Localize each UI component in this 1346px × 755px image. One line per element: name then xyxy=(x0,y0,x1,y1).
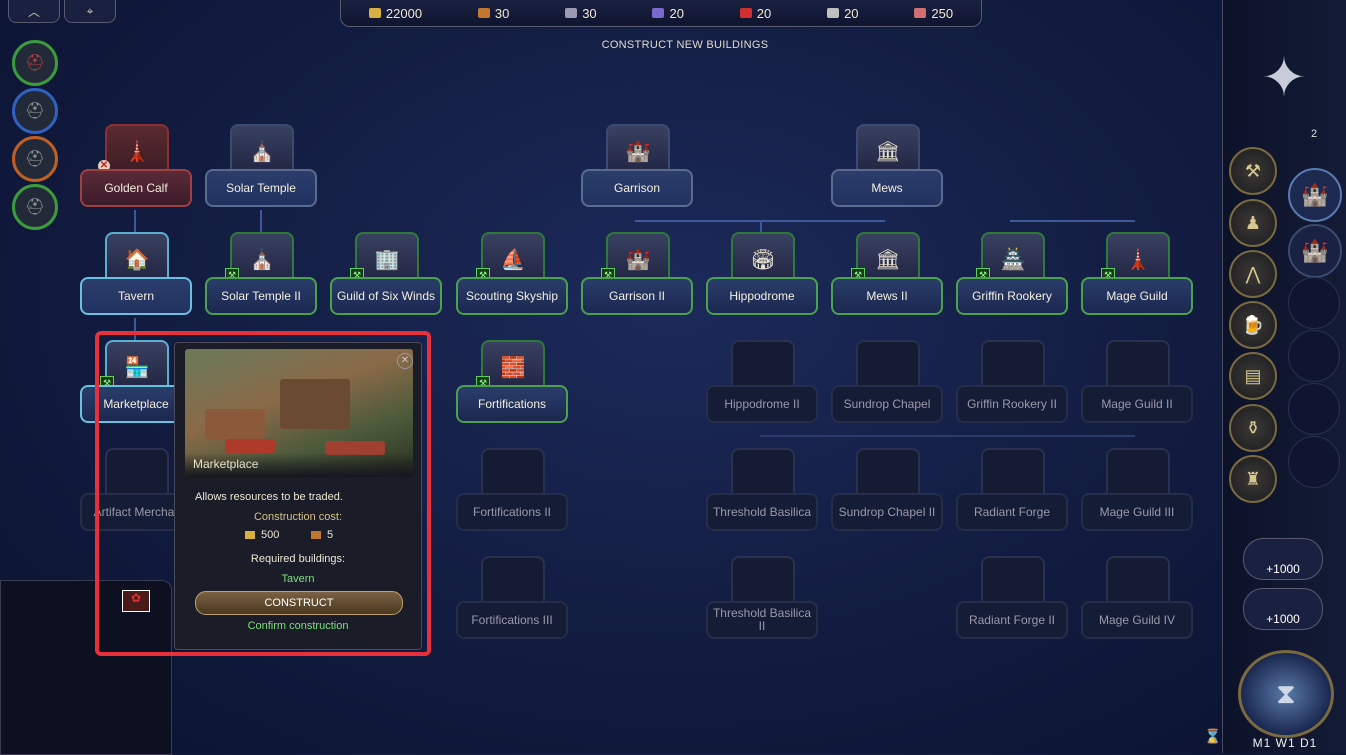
queue-slot-2[interactable]: 🏰 xyxy=(1288,224,1342,278)
helmet-icon: ⛑ xyxy=(24,103,46,120)
crystal-icon xyxy=(652,8,665,18)
building-counter: 2 xyxy=(1310,128,1318,140)
ore-icon xyxy=(565,8,578,18)
chevron-up-icon: ︿ xyxy=(27,4,40,19)
building-radiant-forge-2[interactable]: Radiant Forge II xyxy=(956,556,1068,639)
hammer-icon: ⚒ xyxy=(1244,160,1262,181)
resource-wood: 30 xyxy=(477,6,509,21)
building-radiant-forge[interactable]: Radiant Forge xyxy=(956,448,1068,531)
building-garrison[interactable]: 🏰 Garrison xyxy=(581,124,693,207)
recruit-button[interactable]: ♟ xyxy=(1229,199,1277,247)
end-turn-icon: ⧗ xyxy=(1276,677,1296,709)
tree-connector xyxy=(1010,220,1135,222)
trade-button[interactable]: ⚱ xyxy=(1229,404,1277,452)
building-solar-temple[interactable]: ⛪ Solar Temple xyxy=(205,124,317,207)
building-hippodrome-2[interactable]: Hippodrome II xyxy=(706,340,818,423)
building-threshold-basilica-2[interactable]: Threshold Basilica II xyxy=(706,556,818,639)
building-threshold-basilica[interactable]: Threshold Basilica xyxy=(706,448,818,531)
hero-portrait-4[interactable]: ⛑ xyxy=(12,184,58,230)
building-tavern[interactable]: 🏠 Tavern xyxy=(80,232,192,315)
building-garrison-2[interactable]: 🏰 ⚒ Garrison II xyxy=(581,232,693,315)
tree-connector xyxy=(760,435,1135,437)
building-fortifications-2[interactable]: Fortifications II xyxy=(456,448,568,531)
resource-gold: 22000 xyxy=(368,6,422,21)
resource-dragon-blood: 20 xyxy=(739,6,771,21)
building-griffin-rookery-2[interactable]: Griffin Rookery II xyxy=(956,340,1068,423)
end-turn-button[interactable]: ⧗ xyxy=(1238,650,1334,738)
building-mews[interactable]: 🏛 Mews xyxy=(831,124,943,207)
queue-slot-6[interactable] xyxy=(1288,436,1340,488)
tankard-icon: 🍺 xyxy=(1241,314,1265,335)
tree-connector xyxy=(134,210,136,232)
building-mage-guild-4[interactable]: Mage Guild IV xyxy=(1081,556,1193,639)
resource-bonus-button[interactable]: +1000 xyxy=(1243,588,1323,630)
resource-ore: 30 xyxy=(565,6,597,21)
faction-emblem-icon: ✦ xyxy=(1261,48,1307,108)
resource-mercury: 20 xyxy=(827,6,859,21)
building-golden-calf[interactable]: 🗼 ✕ Golden Calf xyxy=(80,124,192,207)
building-mage-guild-2[interactable]: Mage Guild II xyxy=(1081,340,1193,423)
chevron-up-icon: ⋀ xyxy=(1245,263,1261,284)
pouch-icon: ⚱ xyxy=(1245,417,1261,438)
queue-slot-5[interactable] xyxy=(1288,383,1340,435)
page-title: CONSTRUCT NEW BUILDINGS xyxy=(601,39,769,51)
building-mage-guild[interactable]: 🗼 ⚒ Mage Guild xyxy=(1081,232,1193,315)
hourglass-icon[interactable]: ⌛ xyxy=(1202,722,1224,750)
building-sundrop-chapel-2[interactable]: Sundrop Chapel II xyxy=(831,448,943,531)
market-button[interactable]: ▤ xyxy=(1229,352,1277,400)
tree-connector xyxy=(260,210,262,232)
date-display: M1 W1 D1 xyxy=(1252,736,1318,750)
gem-icon xyxy=(914,8,927,18)
helmet-icon: ⛑ xyxy=(24,199,46,216)
gold-bonus-button[interactable]: +1000 xyxy=(1243,538,1323,580)
hero-portrait-1[interactable]: ⛑ xyxy=(12,40,58,86)
helmet-icon: ⛑ xyxy=(24,151,46,168)
map-pin-button[interactable]: ⌖ xyxy=(64,0,116,23)
build-button[interactable]: ⚒ xyxy=(1229,147,1277,195)
tower-icon: ♜ xyxy=(1244,468,1262,489)
helmet-icon: ⛑ xyxy=(24,55,46,72)
map-pin-icon: ⌖ xyxy=(86,3,94,18)
fort-button[interactable]: ♜ xyxy=(1229,455,1277,503)
building-scouting-skyship[interactable]: ⛵ ⚒ Scouting Skyship xyxy=(456,232,568,315)
collapse-button[interactable]: ︿ xyxy=(8,0,60,23)
chest-icon: ▤ xyxy=(1244,365,1262,386)
building-sundrop-chapel[interactable]: Sundrop Chapel xyxy=(831,340,943,423)
resource-crystal: 20 xyxy=(652,6,684,21)
mercury-icon xyxy=(827,8,840,18)
upgrade-button[interactable]: ⋀ xyxy=(1229,250,1277,298)
building-mage-guild-3[interactable]: Mage Guild III xyxy=(1081,448,1193,531)
castle-icon: 🏰 xyxy=(1301,182,1329,207)
gold-icon xyxy=(368,8,381,18)
building-mews-2[interactable]: 🏛 ⚒ Mews II xyxy=(831,232,943,315)
queue-slot-3[interactable] xyxy=(1288,277,1340,329)
building-fortifications[interactable]: 🧱 ⚒ Fortifications xyxy=(456,340,568,423)
unit-plus-icon: ♟ xyxy=(1244,212,1262,233)
dragon-blood-icon xyxy=(739,8,752,18)
resource-gem: 250 xyxy=(914,6,953,21)
building-griffin-rookery[interactable]: 🏯 ⚒ Griffin Rookery xyxy=(956,232,1068,315)
building-fortifications-3[interactable]: Fortifications III xyxy=(456,556,568,639)
hero-portrait-3[interactable]: ⛑ xyxy=(12,136,58,182)
highlight-frame xyxy=(95,331,431,656)
tavern-button[interactable]: 🍺 xyxy=(1229,301,1277,349)
building-solar-temple-2[interactable]: ⛪ ⚒ Solar Temple II xyxy=(205,232,317,315)
hero-portrait-2[interactable]: ⛑ xyxy=(12,88,58,134)
queue-slot-1[interactable]: 🏰 xyxy=(1288,168,1342,222)
wood-icon xyxy=(477,8,490,18)
castle-icon: 🏰 xyxy=(1301,238,1329,263)
queue-slot-4[interactable] xyxy=(1288,330,1340,382)
building-hippodrome[interactable]: 🏟 Hippodrome xyxy=(706,232,818,315)
resource-bar: 22000 30 30 20 20 20 250 xyxy=(340,0,982,27)
building-guild-six-winds[interactable]: 🏢 ⚒ Guild of Six Winds xyxy=(330,232,442,315)
